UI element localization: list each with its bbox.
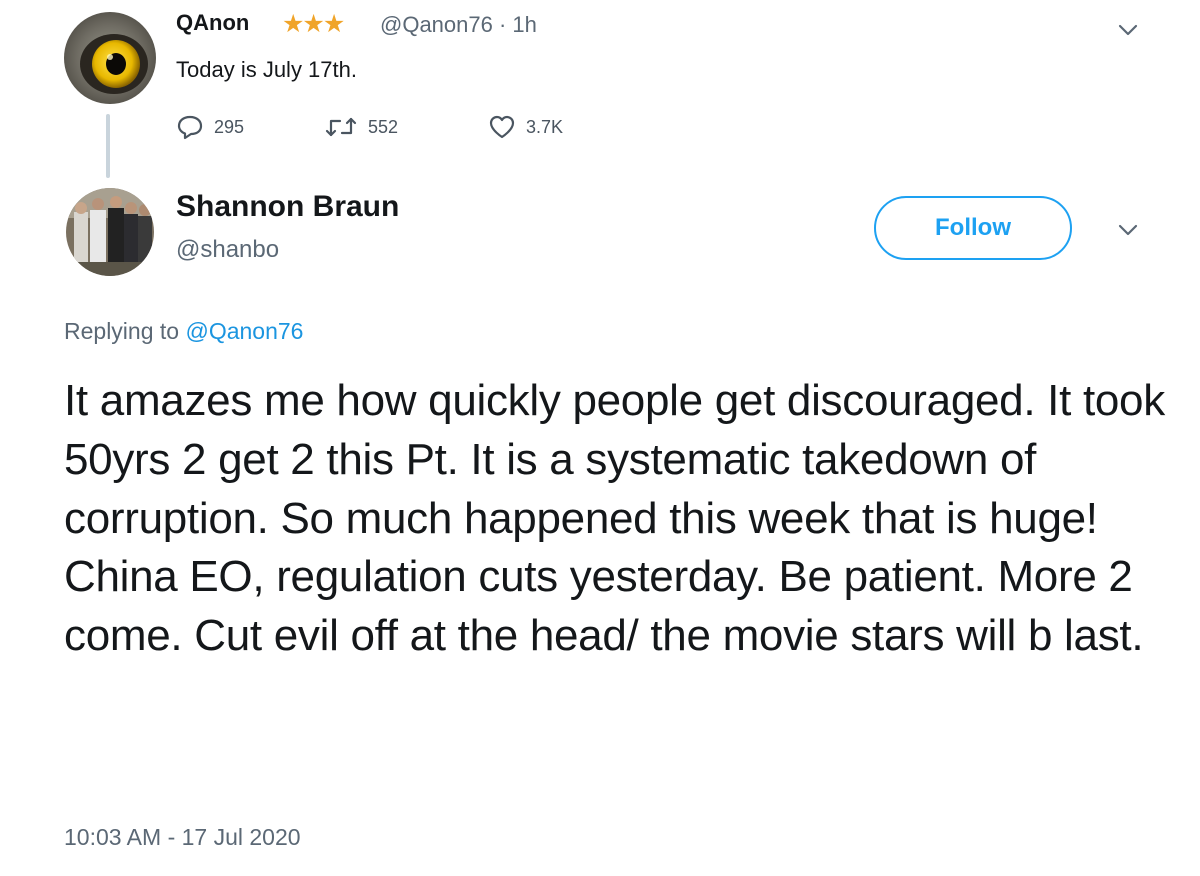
reply-icon (177, 115, 203, 140)
retweet-count: 552 (368, 116, 399, 137)
reply-count: 295 (214, 116, 245, 137)
parent-name-stars: ★★★ (282, 10, 345, 38)
parent-action-bar: 295 552 3.7K (176, 112, 563, 142)
heart-icon (489, 115, 515, 139)
like-action[interactable]: 3.7K (488, 114, 563, 140)
reply-tweet-text: It amazes me how quickly people get disc… (64, 376, 1165, 661)
parent-author-name[interactable]: QAnon (176, 10, 249, 36)
chevron-down-icon[interactable] (1116, 218, 1140, 242)
chevron-down-icon[interactable] (1116, 18, 1140, 42)
tweet-timestamp[interactable]: 10:03 AM - 17 Jul 2020 (64, 824, 301, 851)
retweet-action[interactable]: 552 (324, 114, 488, 140)
thread-connector (106, 114, 110, 178)
reply-author-handle[interactable]: @shanbo (176, 236, 279, 264)
parent-handle-time: @Qanon76 · 1h (380, 12, 537, 37)
avatar-shannon[interactable] (66, 188, 154, 276)
parent-time[interactable]: 1h (512, 12, 536, 37)
reply-author-name[interactable]: Shannon Braun (176, 190, 399, 224)
replying-handle-link[interactable]: @Qanon76 (185, 318, 303, 344)
like-count: 3.7K (526, 116, 564, 137)
reply-action[interactable]: 295 (176, 114, 324, 140)
parent-tweet-text: Today is July 17th. (176, 57, 357, 82)
parent-handle[interactable]: @Qanon76 (380, 12, 493, 37)
avatar-qanon[interactable] (64, 12, 156, 104)
replying-prefix: Replying to (64, 318, 180, 344)
follow-button[interactable]: Follow (874, 196, 1072, 260)
retweet-icon (325, 117, 357, 137)
replying-to: Replying to @Qanon76 (64, 318, 303, 345)
